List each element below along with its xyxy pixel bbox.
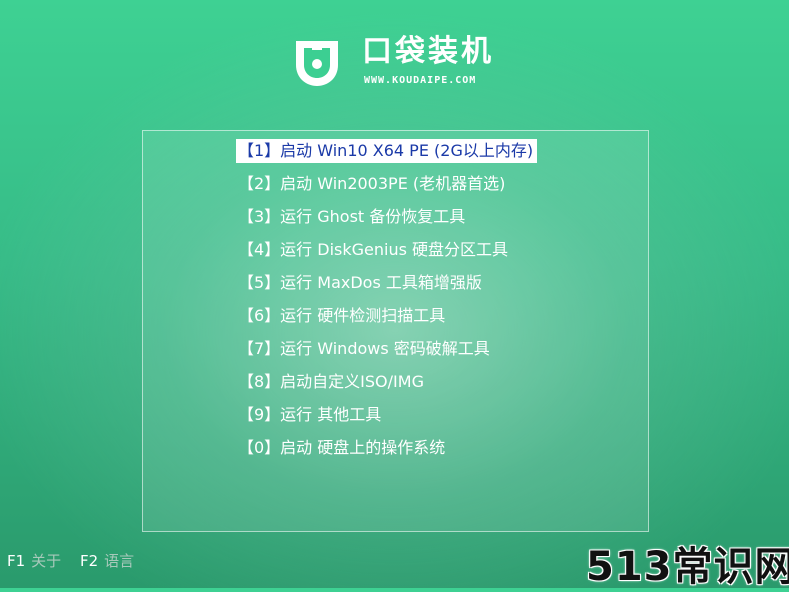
boot-menu-item-1[interactable]: 【1】启动 Win10 X64 PE (2G以上内存) — [236, 139, 538, 163]
boot-menu-item-0[interactable]: 【0】启动 硬盘上的操作系统 — [236, 436, 449, 460]
boot-menu-panel: 【1】启动 Win10 X64 PE (2G以上内存) 【2】启动 Win200… — [142, 130, 649, 532]
f1-key: F1 — [7, 552, 26, 570]
f1-label: 关于 — [31, 552, 62, 570]
f2-key: F2 — [79, 552, 99, 570]
boot-menu-item-9[interactable]: 【9】运行 其他工具 — [236, 403, 385, 427]
shield-logo-icon — [296, 41, 338, 86]
brand-url: WWW.KOUDAIPE.COM — [364, 75, 477, 86]
boot-menu-item-8[interactable]: 【8】启动自定义ISO/IMG — [236, 370, 428, 394]
site-watermark: 513常识网 — [586, 544, 789, 590]
f2-language-hotkey[interactable]: F2 语言 — [80, 550, 148, 571]
boot-menu-item-3[interactable]: 【3】运行 Ghost 备份恢复工具 — [236, 205, 469, 229]
boot-menu-item-6[interactable]: 【6】运行 硬件检测扫描工具 — [236, 304, 449, 328]
footer-hotkeys: F1 关于 F2 语言 — [7, 550, 148, 571]
boot-menu-item-2[interactable]: 【2】启动 Win2003PE (老机器首选) — [236, 172, 509, 196]
f2-label: 语言 — [104, 552, 135, 570]
boot-menu-item-4[interactable]: 【4】运行 DiskGenius 硬盘分区工具 — [236, 238, 512, 262]
brand-title: 口袋装机 — [362, 34, 494, 69]
boot-menu-item-7[interactable]: 【7】运行 Windows 密码破解工具 — [236, 337, 494, 361]
boot-menu-item-5[interactable]: 【5】运行 MaxDos 工具箱增强版 — [236, 271, 486, 295]
f1-about-hotkey[interactable]: F1 关于 — [7, 550, 75, 571]
